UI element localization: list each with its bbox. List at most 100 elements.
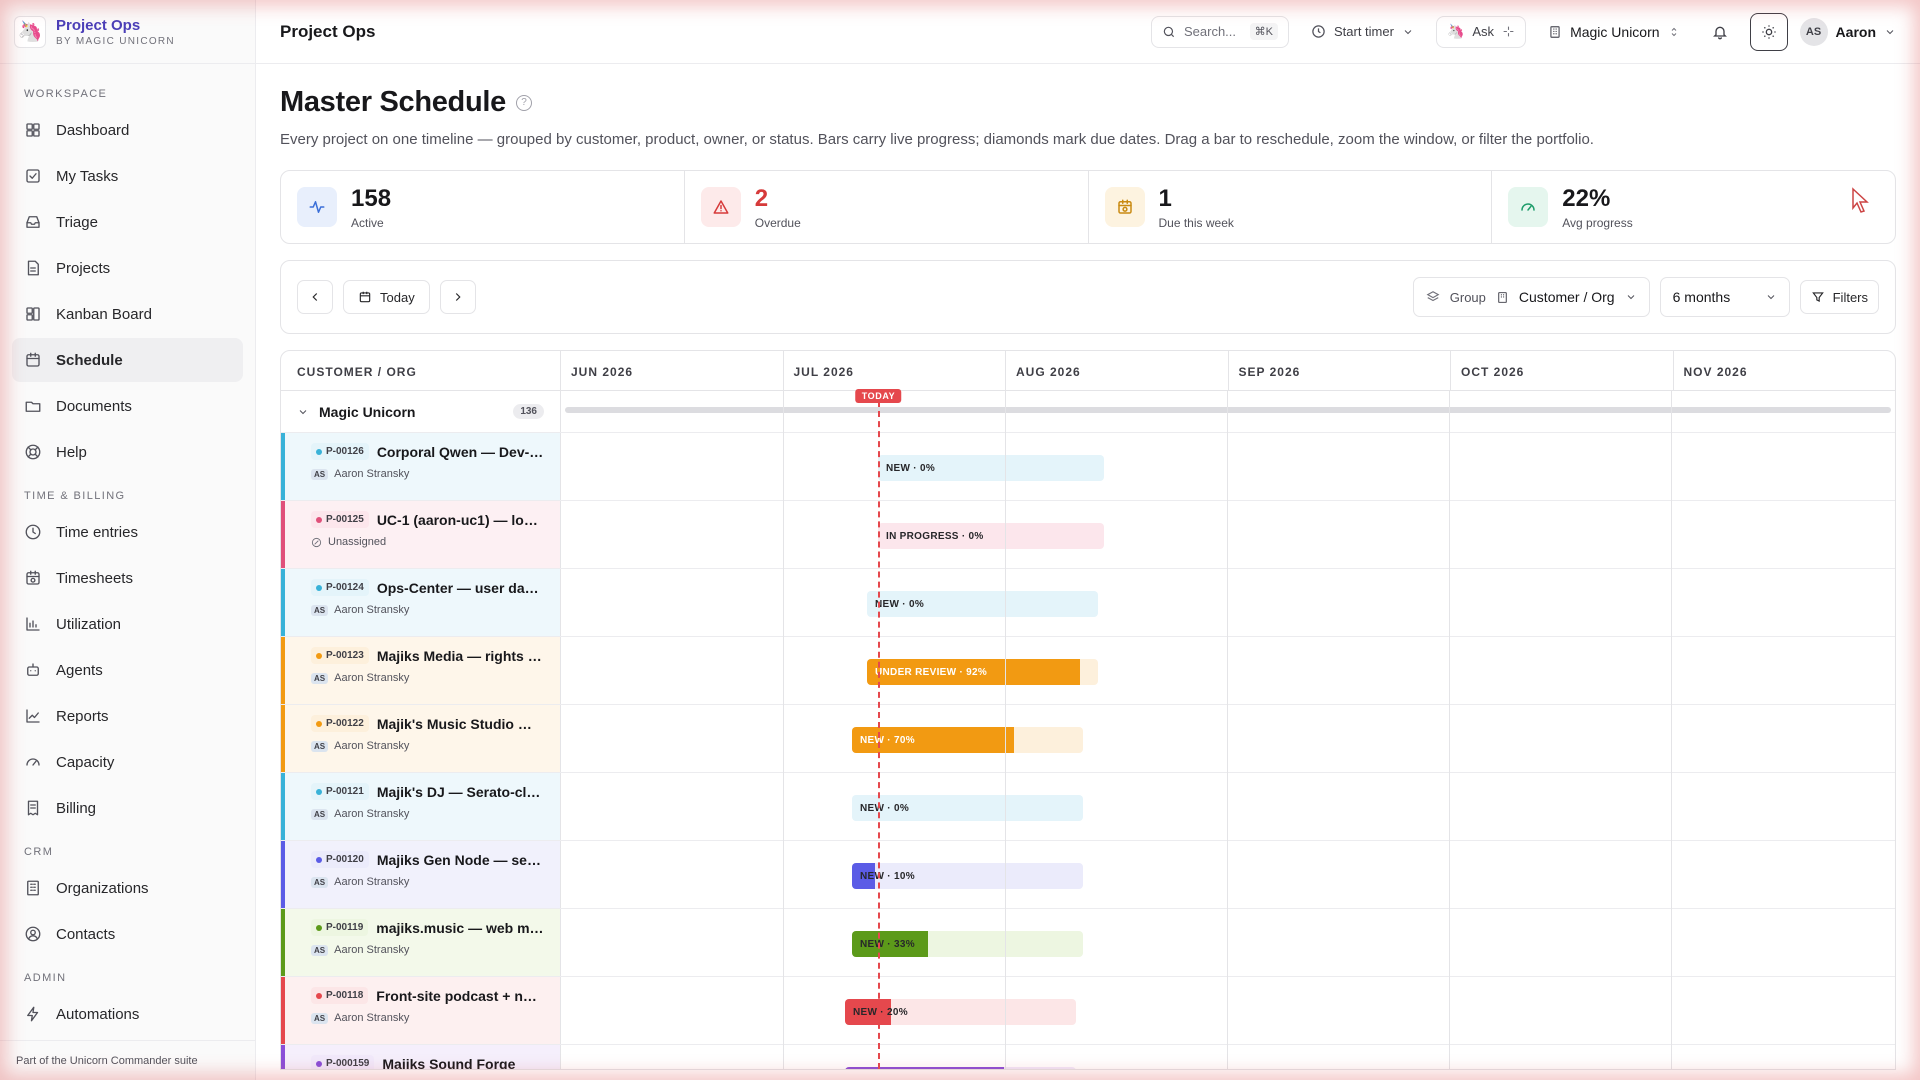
sidebar-item-label: Dashboard [56,121,130,139]
next-button[interactable] [439,280,476,314]
kanban-icon [24,305,42,323]
table-row[interactable]: P-00118 Front-site podcast + ne… AS Aaron… [281,977,1895,1045]
schedule-bar[interactable]: NEW · 33% [852,931,1083,957]
sidebar-item-organizations[interactable]: Organizations [12,866,243,910]
project-cell[interactable]: P-000159 Majiks Sound Forge ASAaron Stra… [281,1045,561,1069]
sidebar-item-timesheets[interactable]: Timesheets [12,556,243,600]
org-switcher[interactable]: Magic Unicorn [1538,16,1689,48]
filters-label: Filters [1832,289,1868,305]
sidebar-item-reports[interactable]: Reports [12,694,243,738]
group-row[interactable]: Magic Unicorn 136 [281,391,1895,433]
brand-subtitle: BY MAGIC UNICORN [56,35,175,47]
brand[interactable]: 🦄 Project Ops BY MAGIC UNICORN [0,0,255,64]
sidebar-item-dashboard[interactable]: Dashboard [12,108,243,152]
stat-card[interactable]: 1 Due this week [1089,171,1493,243]
help-icon[interactable]: ? [515,94,532,111]
sidebar-item-capacity[interactable]: Capacity [12,740,243,784]
table-row[interactable]: P-00125 UC-1 (aaron-uc1) — loc… Unassign… [281,501,1895,569]
project-cell[interactable]: P-00119 majiks.music — web m… AS Aaron St… [281,909,561,976]
schedule-bar[interactable]: NEW · 0% [852,795,1083,821]
timeline-track: NEW · 10% [561,841,1895,908]
sidebar-item-label: Triage [56,213,98,231]
schedule-bar[interactable]: UNDER REVIEW · 92% [867,659,1098,685]
sidebar-item-projects[interactable]: Projects [12,246,243,290]
stat-card[interactable]: 158 Active [281,171,685,243]
schedule-bar[interactable]: NEW · 0% [878,455,1104,481]
table-row[interactable]: P-00120 Majiks Gen Node — self… AS Aaron … [281,841,1895,909]
schedule-bar[interactable]: NEW · 10% [852,863,1083,889]
sidebar-item-label: Schedule [56,351,123,369]
stat-label: Overdue [754,215,801,230]
project-id-badge: P-00118 [311,987,369,1004]
project-id: P-00125 [326,514,364,525]
table-row[interactable]: P-00119 majiks.music — web m… AS Aaron St… [281,909,1895,977]
project-cell[interactable]: P-00118 Front-site podcast + ne… AS Aaron… [281,977,561,1044]
today-button[interactable]: Today [343,280,430,314]
table-row[interactable]: P-00121 Majik's DJ — Serato-cl… AS Aaron … [281,773,1895,841]
sidebar-item-utilization[interactable]: Utilization [12,602,243,646]
schedule-toolbar: Today Group Customer / Org 6 months Filt… [280,260,1896,334]
sidebar: 🦄 Project Ops BY MAGIC UNICORN WORKSPACE… [0,0,256,1080]
sidebar-item-my-tasks[interactable]: My Tasks [12,154,243,198]
ask-button[interactable]: 🦄 Ask [1435,15,1527,48]
sidebar-item-agents[interactable]: Agents [12,648,243,692]
bar-status-label: NEW · 70% [860,735,915,746]
sidebar-item-label: Automations [56,1005,140,1023]
project-id-badge: P-00124 [311,579,369,596]
project-cell[interactable]: P-00125 UC-1 (aaron-uc1) — loc… Unassign… [281,501,561,568]
sidebar-item-documents[interactable]: Documents [12,384,243,428]
table-row[interactable]: P-00124 Ops-Center — user das… AS Aaron S… [281,569,1895,637]
sidebar-item-schedule[interactable]: Schedule [12,338,243,382]
table-row[interactable]: P-00123 Majiks Media — rights r… AS Aaron… [281,637,1895,705]
sidebar-item-contacts[interactable]: Contacts [12,912,243,956]
user-menu[interactable]: AS Aaron [1799,17,1896,46]
project-cell[interactable]: P-00124 Ops-Center — user das… AS Aaron S… [281,569,561,636]
unicorn-avatar-icon: 🦄 [1446,23,1465,39]
schedule-bar[interactable]: NEW · 70% [852,727,1083,753]
prev-button[interactable] [297,280,333,314]
line-chart-icon [24,707,42,725]
sidebar-item-billing[interactable]: Billing [12,786,243,830]
sidebar-nav: WORKSPACE Dashboard My Tasks Triage Proj… [0,64,255,1080]
topbar-title: Project Ops [280,21,376,41]
project-cell[interactable]: P-00120 Majiks Gen Node — self… AS Aaron … [281,841,561,908]
project-id: P-00122 [326,718,364,729]
project-cell[interactable]: P-00123 Majiks Media — rights r… AS Aaron… [281,637,561,704]
sidebar-item-kanban-board[interactable]: Kanban Board [12,292,243,336]
project-cell[interactable]: P-00126 Corporal Qwen — Dev-… AS Aaron St… [281,433,561,500]
search-input[interactable]: Search... ⌘K [1150,15,1289,48]
project-cell[interactable]: P-00122 Majik's Music Studio —… AS Aaron … [281,705,561,772]
start-timer-button[interactable]: Start timer [1301,16,1424,48]
theme-toggle-button[interactable] [1749,12,1788,51]
sidebar-item-time-entries[interactable]: Time entries [12,510,243,554]
status-dot [316,1060,322,1067]
start-timer-label: Start timer [1333,24,1394,39]
chevron-down-icon [1404,29,1412,34]
stat-card[interactable]: 22% Avg progress [1492,171,1895,243]
stat-card[interactable]: 2 Overdue [685,171,1089,243]
today-line [878,391,881,1069]
sidebar-item-help[interactable]: Help [12,430,243,474]
schedule-bar[interactable]: IN PROGRESS · 0% [878,523,1104,549]
gantt-header: CUSTOMER / ORG JUN 2026 JUL 2026 AUG 2026 S… [281,351,1895,391]
nav-section-title: WORKSPACE [24,88,108,100]
range-select[interactable]: 6 months [1659,277,1790,317]
sidebar-item-triage[interactable]: Triage [12,200,243,244]
status-dot [316,584,322,591]
sidebar-item-automations[interactable]: Automations [12,992,243,1036]
owner-name: Aaron Stransky [334,468,410,480]
activity-icon [297,187,337,227]
table-row[interactable]: P-00122 Majik's Music Studio —… AS Aaron … [281,705,1895,773]
table-row[interactable]: P-000159 Majiks Sound Forge ASAaron Stra… [281,1045,1895,1069]
chevron-right-icon [455,293,461,301]
schedule-bar[interactable]: NEW · 0% [867,591,1098,617]
chevron-down-icon [1767,295,1774,300]
group-by-select[interactable]: Group Customer / Org [1412,277,1650,317]
project-cell[interactable]: P-00121 Majik's DJ — Serato-cl… AS Aaron … [281,773,561,840]
table-row[interactable]: P-00126 Corporal Qwen — Dev-… AS Aaron St… [281,433,1895,501]
month-header: OCT 2026 [1451,351,1674,390]
range-value: 6 months [1672,289,1731,305]
filters-button[interactable]: Filters [1799,280,1879,314]
notifications-button[interactable] [1702,14,1738,50]
owner-name: Aaron Stransky [334,1012,410,1024]
